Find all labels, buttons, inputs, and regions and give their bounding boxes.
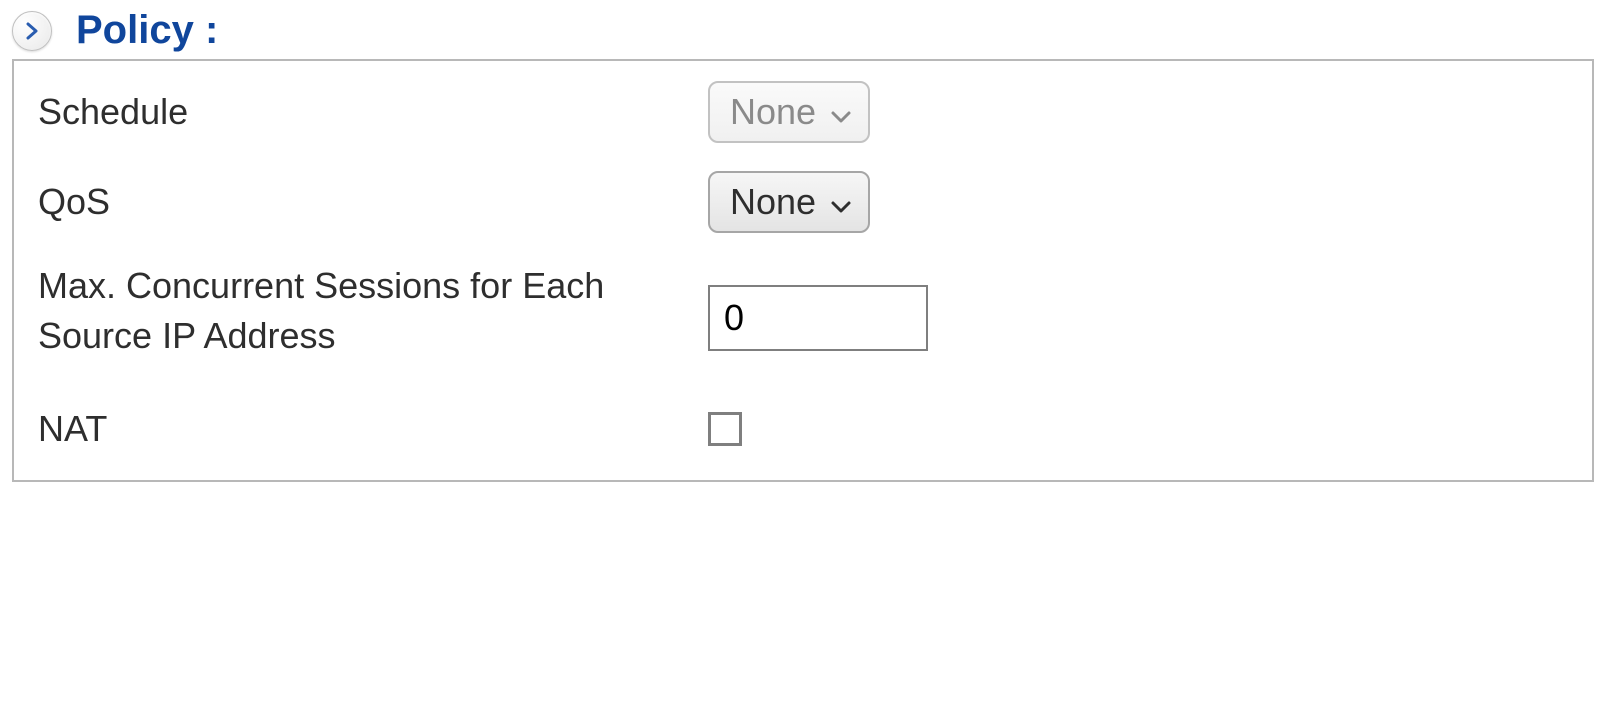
chevron-right-icon xyxy=(25,22,39,40)
section-header: Policy : xyxy=(12,8,1602,53)
max-sessions-row: Max. Concurrent Sessions for Each Source… xyxy=(38,261,1568,362)
schedule-row: Schedule None xyxy=(38,81,1568,143)
qos-row: QoS None xyxy=(38,171,1568,233)
chevron-down-icon xyxy=(830,91,852,133)
schedule-label: Schedule xyxy=(38,87,708,137)
qos-select-value: None xyxy=(730,181,816,223)
policy-panel: Schedule None QoS None xyxy=(12,59,1594,482)
nat-row: NAT xyxy=(38,404,1568,454)
max-sessions-label: Max. Concurrent Sessions for Each Source… xyxy=(38,261,708,362)
schedule-select[interactable]: None xyxy=(708,81,870,143)
section-title: Policy : xyxy=(76,8,218,53)
schedule-select-value: None xyxy=(730,91,816,133)
qos-select[interactable]: None xyxy=(708,171,870,233)
max-sessions-input[interactable] xyxy=(708,285,928,351)
nat-checkbox[interactable] xyxy=(708,412,742,446)
nat-label: NAT xyxy=(38,404,708,454)
expand-toggle-button[interactable] xyxy=(12,11,52,51)
chevron-down-icon xyxy=(830,181,852,223)
qos-label: QoS xyxy=(38,177,708,227)
